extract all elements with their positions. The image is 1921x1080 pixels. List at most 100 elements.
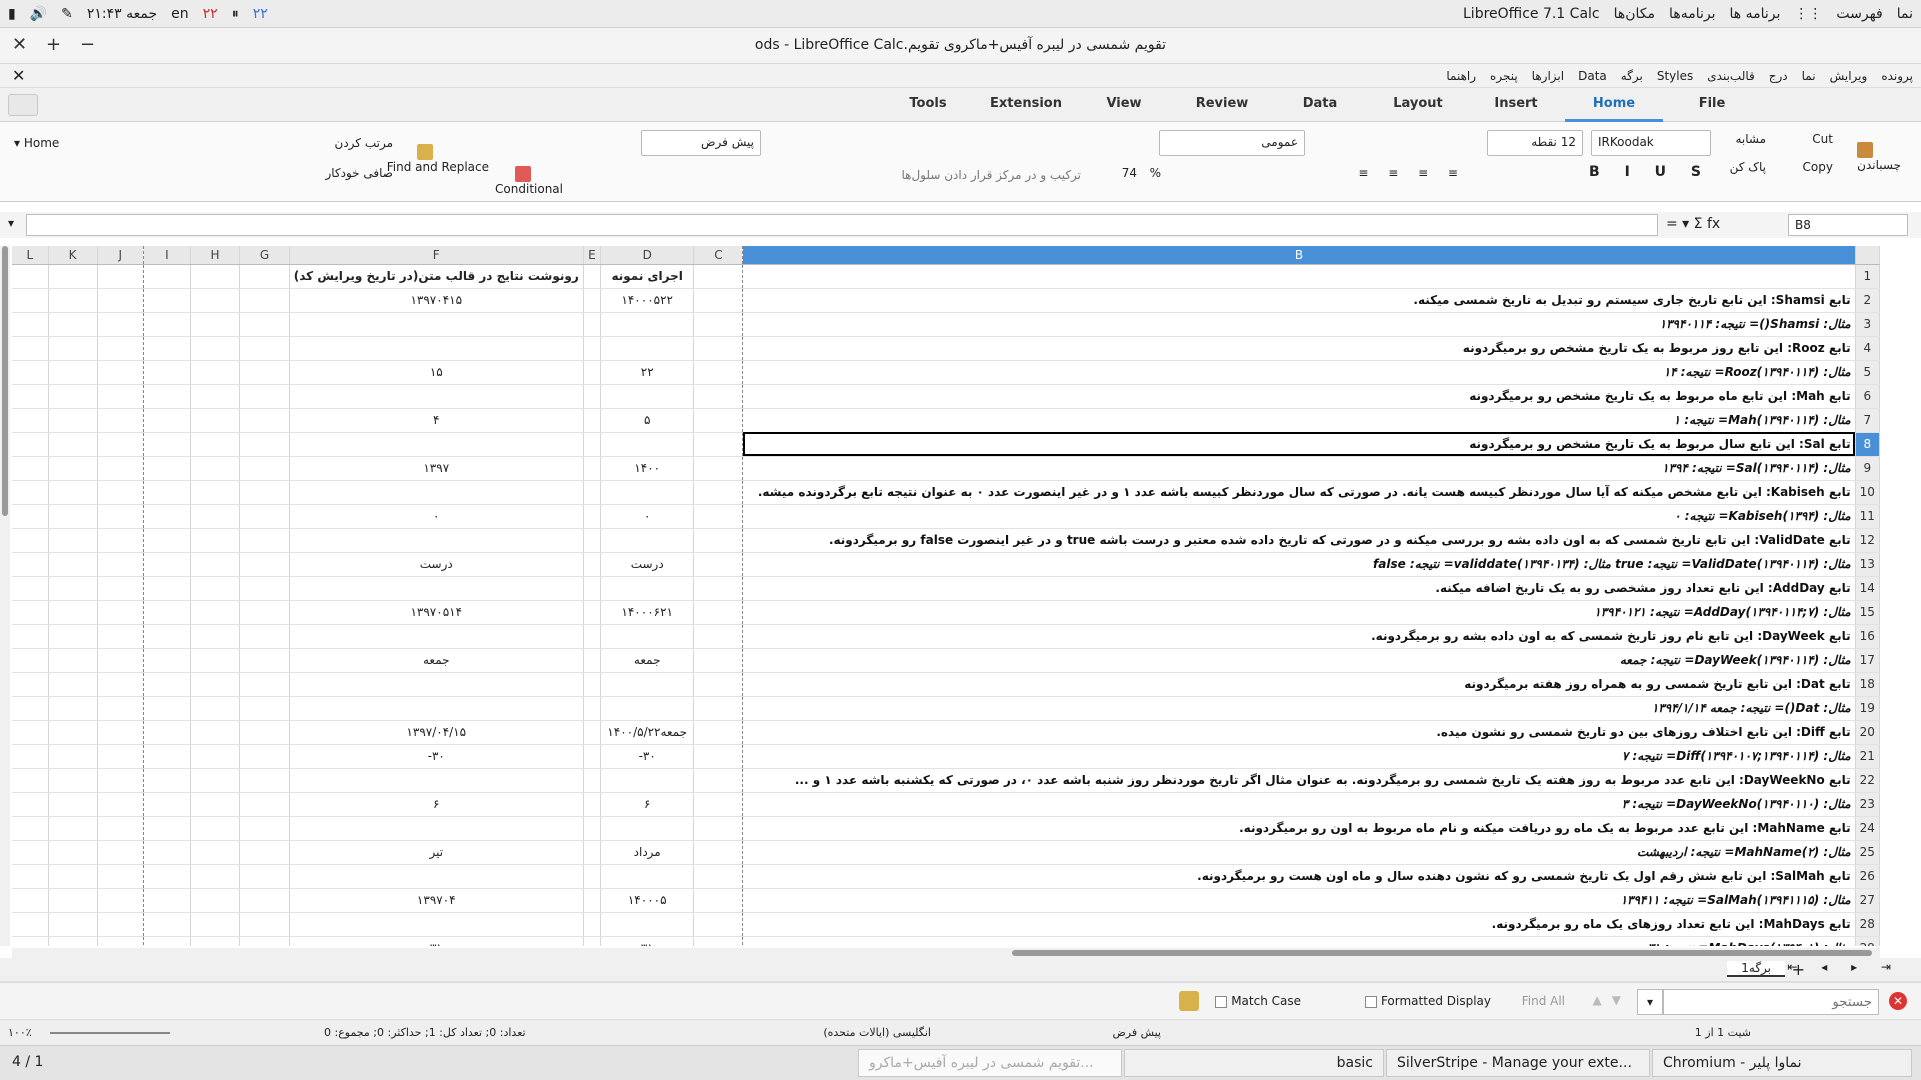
cell[interactable] — [583, 600, 602, 625]
cell[interactable] — [190, 576, 241, 601]
cell[interactable] — [97, 864, 145, 889]
grid-icon[interactable]: ⋮⋮ — [1794, 6, 1822, 22]
cell[interactable] — [190, 840, 241, 865]
cell[interactable] — [693, 720, 744, 745]
cell[interactable] — [97, 648, 145, 673]
row-header[interactable]: 21 — [1854, 744, 1880, 769]
cell[interactable] — [583, 360, 602, 385]
pager[interactable]: 4 / 1 — [12, 1054, 43, 1070]
cell[interactable]: ۱۳۹۷۰۴ — [289, 888, 584, 913]
cell[interactable] — [693, 624, 744, 649]
cell[interactable]: درست — [289, 552, 584, 577]
cell[interactable] — [583, 624, 602, 649]
column-header[interactable]: H — [190, 246, 241, 265]
find-replace-button[interactable]: Find and Replace — [387, 144, 489, 174]
cell[interactable]: تابع ValidDate: این تابع تاریخ شمسی که ب… — [742, 528, 1856, 553]
cell[interactable] — [12, 864, 49, 889]
row-header[interactable]: 4 — [1854, 336, 1880, 361]
cell[interactable] — [742, 264, 1856, 289]
cell[interactable] — [239, 504, 290, 529]
row-header[interactable]: 12 — [1854, 528, 1880, 553]
cell[interactable] — [97, 816, 145, 841]
cell[interactable] — [48, 936, 98, 946]
program-menu[interactable]: برنامه ها — [1729, 6, 1780, 22]
cell[interactable]: مثال: Diff(۱۳۹۴۰۱۰۷;۱۳۹۴۰۱۱۴)= نتیجه: ۷ — [742, 744, 1856, 769]
cell[interactable] — [239, 264, 290, 289]
cell[interactable] — [143, 456, 191, 481]
cell[interactable] — [583, 792, 602, 817]
cell[interactable] — [693, 696, 744, 721]
cell[interactable]: ۱۴۰۰۰۵ — [600, 888, 695, 913]
cell[interactable] — [239, 456, 290, 481]
row-header[interactable]: 22 — [1854, 768, 1880, 793]
cell[interactable] — [12, 528, 49, 553]
spreadsheet-grid[interactable]: LKJIHGFEDCB رونوشت نتایج در قالب متن(در … — [12, 246, 1880, 946]
cell[interactable]: مثال: DayWeek(۱۳۹۴۰۱۱۴)= نتیجه: جمعه — [742, 648, 1856, 673]
cell[interactable] — [239, 864, 290, 889]
page-style[interactable]: پیش فرض — [1112, 1026, 1161, 1039]
cell[interactable]: تابع Dat: این تابع تاریخ شمسی رو به همرا… — [742, 672, 1856, 697]
cell[interactable]: مثال: Mah(۱۳۹۴۰۱۱۴)= نتیجه: ۱ — [742, 408, 1856, 433]
cell[interactable] — [693, 264, 744, 289]
cell[interactable] — [97, 936, 145, 946]
cell[interactable]: ۶ — [600, 792, 695, 817]
cell[interactable] — [239, 528, 290, 553]
tab-view[interactable]: View — [1075, 88, 1173, 122]
cell[interactable] — [143, 504, 191, 529]
cell[interactable] — [693, 360, 744, 385]
number-format-select[interactable]: عمومی — [1159, 130, 1305, 156]
cell[interactable] — [289, 480, 584, 505]
cell[interactable] — [48, 648, 98, 673]
cell[interactable]: تابع Shamsi: این تابع تاریخ جاری سیستم ر… — [742, 288, 1856, 313]
column-header[interactable]: L — [12, 246, 49, 265]
cell[interactable] — [600, 672, 695, 697]
menu-item[interactable]: Styles — [1657, 69, 1693, 83]
pen-icon[interactable]: ✎ — [61, 6, 73, 22]
cell[interactable] — [190, 888, 241, 913]
row-header[interactable]: 23 — [1854, 792, 1880, 817]
menu-item[interactable]: برگه — [1621, 69, 1643, 83]
cell[interactable] — [693, 408, 744, 433]
row-header[interactable]: 17 — [1854, 648, 1880, 673]
column-header[interactable]: D — [600, 246, 695, 265]
formatted-display-option[interactable]: Formatted Display — [1359, 994, 1491, 1008]
cell[interactable]: جمعه۱۴۰۰/۵/۲۲ — [600, 720, 695, 745]
cell[interactable]: ۵ — [600, 408, 695, 433]
row-header[interactable]: 1 — [1854, 264, 1880, 289]
cell[interactable] — [190, 264, 241, 289]
cell[interactable]: مثال: Kabiseh(۱۳۹۴)= نتیجه: ۰ — [742, 504, 1856, 529]
cell[interactable]: ۰ — [289, 504, 584, 529]
language-status[interactable]: انگلیسی (ایالات متحده) — [823, 1026, 931, 1039]
conditional-button[interactable]: Conditional — [495, 166, 563, 196]
keyboard-layout[interactable]: en — [171, 6, 189, 22]
cell[interactable] — [143, 264, 191, 289]
cell[interactable] — [289, 528, 584, 553]
cell[interactable] — [190, 864, 241, 889]
row-header[interactable]: 13 — [1854, 552, 1880, 577]
cell[interactable] — [143, 816, 191, 841]
cell[interactable] — [143, 648, 191, 673]
cell[interactable] — [143, 672, 191, 697]
cell[interactable] — [693, 600, 744, 625]
cell[interactable] — [600, 864, 695, 889]
cell[interactable] — [190, 336, 241, 361]
cell[interactable] — [583, 648, 602, 673]
places-menu[interactable]: مکان‌ها — [1614, 6, 1655, 22]
row-header[interactable]: 25 — [1854, 840, 1880, 865]
close-document-icon[interactable]: ✕ — [12, 66, 25, 85]
cell[interactable] — [48, 408, 98, 433]
cell[interactable] — [583, 912, 602, 937]
cell[interactable] — [693, 912, 744, 937]
workspace-indicator-red[interactable]: ۲۲ — [203, 6, 218, 22]
font-size-box[interactable]: 12 نقطه — [1487, 130, 1583, 156]
cell[interactable] — [583, 576, 602, 601]
cell[interactable] — [12, 744, 49, 769]
cell[interactable] — [143, 552, 191, 577]
cell[interactable] — [190, 744, 241, 769]
cell[interactable]: ۱۳۹۷۰۵۱۴ — [289, 600, 584, 625]
row-header[interactable]: 8 — [1854, 432, 1880, 457]
cell[interactable]: مثال: Sal(۱۳۹۴۰۱۱۴)= نتیجه: ۱۳۹۴ — [742, 456, 1856, 481]
menu-item[interactable]: Data — [1578, 69, 1607, 83]
cell[interactable] — [289, 336, 584, 361]
cell[interactable] — [693, 480, 744, 505]
